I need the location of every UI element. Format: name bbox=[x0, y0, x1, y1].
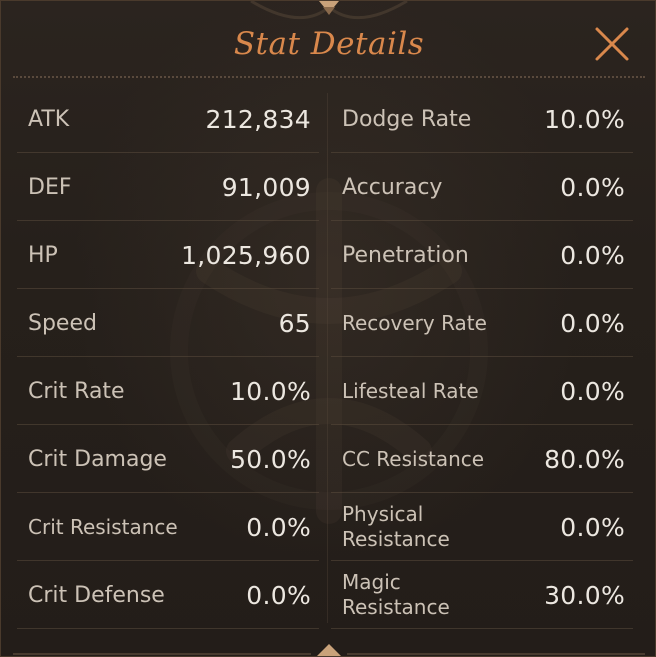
stat-row-def: DEF 91,009 bbox=[17, 153, 319, 221]
stat-row-penetration: Penetration 0.0% bbox=[331, 221, 633, 289]
stat-value: 65 bbox=[278, 308, 311, 338]
stat-label: Crit Rate bbox=[28, 378, 125, 404]
stat-value: 1,025,960 bbox=[181, 240, 311, 270]
stat-row-crit-resistance: Crit Resistance 0.0% bbox=[17, 493, 319, 561]
stat-label: Crit Damage bbox=[28, 446, 167, 472]
stat-label: Penetration bbox=[342, 242, 469, 268]
bottom-ornament bbox=[13, 644, 645, 656]
stat-value: 0.0% bbox=[560, 512, 625, 542]
stat-value: 50.0% bbox=[230, 444, 311, 474]
stat-row-crit-defense: Crit Defense 0.0% bbox=[17, 561, 319, 629]
stat-row-crit-damage: Crit Damage 50.0% bbox=[17, 425, 319, 493]
stat-value: 0.0% bbox=[246, 512, 311, 542]
stat-value: 0.0% bbox=[246, 580, 311, 610]
column-divider bbox=[327, 93, 328, 623]
stat-value: 10.0% bbox=[230, 376, 311, 406]
stat-row-physical-resistance: Physical Resistance 0.0% bbox=[331, 493, 633, 561]
stat-row-recovery-rate: Recovery Rate 0.0% bbox=[331, 289, 633, 357]
stat-label: Dodge Rate bbox=[342, 106, 472, 132]
stat-label: Speed bbox=[28, 310, 97, 336]
stat-value: 212,834 bbox=[205, 104, 311, 134]
close-icon bbox=[595, 27, 629, 61]
stat-label: Magic Resistance bbox=[342, 570, 450, 619]
stat-value: 0.0% bbox=[560, 172, 625, 202]
stat-label: Accuracy bbox=[342, 174, 443, 200]
stat-label: Recovery Rate bbox=[342, 310, 487, 335]
stat-label: DEF bbox=[28, 174, 72, 200]
stat-row-magic-resistance: Magic Resistance 30.0% bbox=[331, 561, 633, 629]
title-divider bbox=[13, 76, 645, 78]
stats-left-column: ATK 212,834 DEF 91,009 HP 1,025,960 Spee… bbox=[17, 85, 319, 629]
stat-value: 0.0% bbox=[560, 376, 625, 406]
stat-value: 80.0% bbox=[544, 444, 625, 474]
stat-label: ATK bbox=[28, 106, 70, 132]
stat-row-speed: Speed 65 bbox=[17, 289, 319, 357]
stat-value: 0.0% bbox=[560, 308, 625, 338]
stat-value: 91,009 bbox=[221, 172, 311, 202]
stat-row-lifesteal-rate: Lifesteal Rate 0.0% bbox=[331, 357, 633, 425]
stat-label: Crit Defense bbox=[28, 582, 165, 608]
page-title: Stat Details bbox=[233, 26, 425, 62]
close-button[interactable] bbox=[591, 23, 633, 65]
stat-label: Lifesteal Rate bbox=[342, 378, 479, 403]
stat-row-hp: HP 1,025,960 bbox=[17, 221, 319, 289]
stat-row-atk: ATK 212,834 bbox=[17, 85, 319, 153]
stat-value: 10.0% bbox=[544, 104, 625, 134]
stat-label: Physical Resistance bbox=[342, 502, 450, 551]
stat-row-cc-resistance: CC Resistance 80.0% bbox=[331, 425, 633, 493]
stat-row-crit-rate: Crit Rate 10.0% bbox=[17, 357, 319, 425]
stat-label: Crit Resistance bbox=[28, 514, 178, 539]
stat-details-panel: Stat Details ATK 212,834 DEF 91,009 HP 1… bbox=[0, 0, 656, 657]
stat-row-accuracy: Accuracy 0.0% bbox=[331, 153, 633, 221]
stats-right-column: Dodge Rate 10.0% Accuracy 0.0% Penetrati… bbox=[331, 85, 633, 629]
stat-row-dodge-rate: Dodge Rate 10.0% bbox=[331, 85, 633, 153]
stat-label: CC Resistance bbox=[342, 446, 485, 471]
stat-value: 0.0% bbox=[560, 240, 625, 270]
stat-value: 30.0% bbox=[544, 580, 625, 610]
